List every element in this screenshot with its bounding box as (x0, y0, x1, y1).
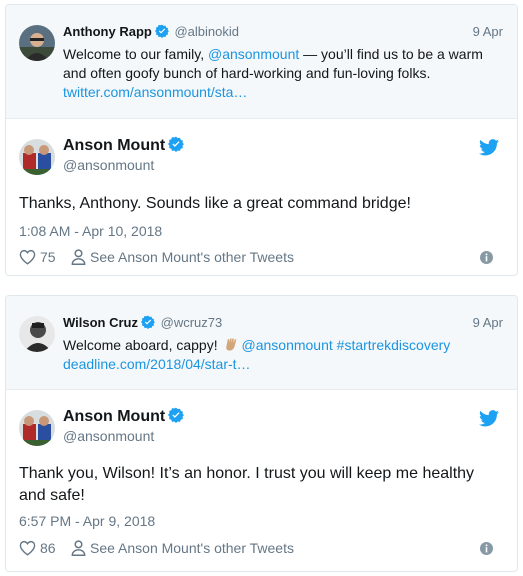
tweet-timestamp[interactable]: 6:57 PM - Apr 9, 2018 (19, 513, 155, 529)
vulcan-salute-emoji (225, 338, 236, 351)
tweet-text: Welcome to our family, @ansonmount — you… (63, 45, 503, 102)
see-other-tweets-link[interactable]: See Anson Mount's other Tweets (71, 249, 294, 265)
author-name[interactable]: Anson Mount (63, 137, 165, 154)
info-icon[interactable] (480, 251, 493, 264)
tweet-actions: 86 See Anson Mount's other Tweets (19, 540, 503, 560)
heart-icon (19, 249, 36, 265)
text-segment: Thank you, Wilson! It’s an honor. I trus… (19, 465, 475, 482)
url-link[interactable]: twitter.com/ansonmount/sta… (63, 83, 503, 102)
avatar[interactable] (19, 25, 55, 61)
person-icon (71, 540, 86, 556)
text-segment: — you’ll find us to be a warm (299, 46, 483, 62)
reply-tweet: Anson Mount @ansonmount Thanks, Anthony.… (6, 119, 517, 275)
author-handle[interactable]: @ansonmount (63, 428, 154, 444)
verified-badge-icon (168, 136, 185, 152)
info-icon[interactable] (480, 542, 493, 555)
tweet-text: Thank you, Wilson! It’s an honor. I trus… (19, 463, 503, 507)
tweet-timestamp[interactable]: 1:08 AM - Apr 10, 2018 (19, 223, 162, 239)
text-segment: and often goofy bunch of hard-working an… (63, 65, 431, 81)
avatar[interactable] (19, 139, 55, 175)
see-other-tweets-link[interactable]: See Anson Mount's other Tweets (71, 540, 294, 556)
avatar[interactable] (19, 410, 55, 446)
author-handle[interactable]: @albinokid (174, 24, 239, 39)
text-segment: Welcome aboard, cappy! (63, 337, 222, 353)
text-segment: Welcome to our family, (63, 46, 208, 62)
author-name[interactable]: Anthony Rapp (63, 24, 152, 39)
verified-badge-icon (168, 407, 185, 423)
mention-link[interactable]: @ansonmount (242, 337, 333, 353)
heart-icon (19, 540, 36, 556)
tweet-text: Welcome aboard, cappy! @ansonmount #star… (63, 336, 503, 374)
tweet-date[interactable]: 9 Apr (473, 315, 503, 330)
author-handle[interactable]: @wcruz73 (161, 315, 223, 330)
person-icon (71, 249, 86, 265)
tweet-actions: 75 See Anson Mount's other Tweets (19, 249, 503, 269)
reply-tweet: Anson Mount @ansonmount Thank you, Wilso… (6, 390, 517, 571)
embedded-tweet-card: Wilson Cruz @wcruz73 9 Apr Welcome aboar… (5, 295, 518, 572)
author-handle[interactable]: @ansonmount (63, 157, 154, 173)
like-button[interactable]: 86 (19, 540, 56, 556)
see-other-tweets-label: See Anson Mount's other Tweets (90, 540, 294, 556)
twitter-bird-icon[interactable] (479, 139, 499, 156)
quoted-parent-tweet[interactable]: Anthony Rapp @albinokid 9 Apr Welcome to… (6, 5, 517, 119)
like-button[interactable]: 75 (19, 249, 56, 265)
twitter-bird-icon[interactable] (479, 410, 499, 427)
quoted-parent-tweet[interactable]: Wilson Cruz @wcruz73 9 Apr Welcome aboar… (6, 296, 517, 390)
mention-link[interactable]: @ansonmount (208, 46, 299, 62)
verified-badge-icon (141, 315, 155, 329)
text-segment: and safe! (19, 487, 85, 504)
author-name[interactable]: Wilson Cruz (63, 315, 138, 330)
see-other-tweets-label: See Anson Mount's other Tweets (90, 249, 294, 265)
like-count: 75 (40, 249, 56, 265)
url-link[interactable]: deadline.com/2018/04/star-t… (63, 355, 503, 374)
embedded-tweet-card: Anthony Rapp @albinokid 9 Apr Welcome to… (5, 4, 518, 276)
verified-badge-icon (154, 24, 169, 38)
tweet-text: Thanks, Anthony. Sounds like a great com… (19, 195, 411, 212)
author-name[interactable]: Anson Mount (63, 408, 165, 425)
tweet-date[interactable]: 9 Apr (473, 24, 503, 39)
like-count: 86 (40, 540, 56, 556)
avatar[interactable] (19, 316, 55, 352)
hashtag-link[interactable]: #startrekdiscovery (337, 337, 451, 353)
